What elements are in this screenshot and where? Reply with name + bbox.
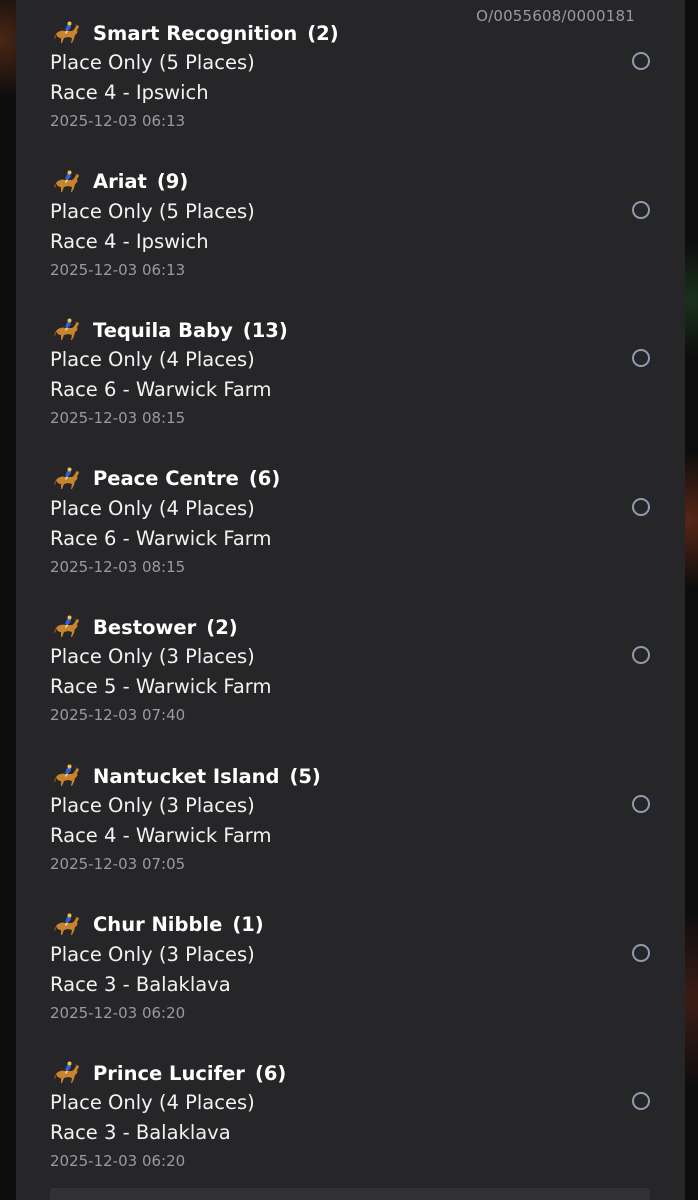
horse-racing-icon: [53, 615, 81, 639]
race-time: 2025-12-03 07:05: [50, 855, 186, 873]
bet-type: Place Only (3 Places): [50, 645, 255, 669]
race-info: Race 3 - Balaklava: [50, 1121, 231, 1145]
bet-header: Tequila Baby (13): [53, 315, 288, 345]
bet-type: Place Only (3 Places): [50, 794, 255, 817]
runner-number: (5): [289, 764, 321, 788]
bet-header: Prince Lucifer (6): [53, 1058, 286, 1088]
runner-number: (13): [242, 318, 288, 342]
select-radio-button[interactable]: [632, 943, 650, 962]
runner-number: (9): [156, 170, 189, 194]
select-radio-button[interactable]: [632, 497, 650, 516]
runner-number: (6): [248, 467, 281, 491]
bet-type: Place Only (4 Places): [50, 348, 255, 372]
bet-type: Place Only (4 Places): [50, 1091, 255, 1115]
runner-name: Prince Lucifer: [93, 1061, 245, 1085]
race-info: Race 4 - Ipswich: [50, 81, 209, 104]
horse-racing-icon: [53, 467, 81, 491]
race-time: 2025-12-03 08:15: [50, 409, 186, 428]
race-time: 2025-12-03 06:13: [50, 260, 186, 279]
bet-list-item[interactable]: Nantucket Island (5) Place Only (3 Place…: [50, 761, 650, 901]
bet-header: Nantucket Island (5): [53, 761, 321, 791]
horse-racing-icon: [53, 21, 81, 45]
bet-list-item[interactable]: Chur Nibble (1) Place Only (3 Places) Ra…: [50, 910, 650, 1050]
bet-header: Peace Centre (6): [53, 464, 280, 494]
bottom-panel-edge: [50, 1188, 650, 1200]
race-info: Race 4 - Warwick Farm: [50, 824, 272, 847]
race-info: Race 5 - Warwick Farm: [50, 675, 272, 699]
select-radio-button[interactable]: [632, 1092, 650, 1111]
bet-list-sheet: O/0055608/0000181 Smart Recognition (2) …: [16, 0, 685, 1200]
horse-racing-icon: [53, 764, 81, 788]
race-time: 2025-12-03 08:15: [50, 557, 186, 576]
horse-racing-icon: [53, 170, 81, 194]
runner-number: (2): [307, 21, 339, 45]
bet-type: Place Only (5 Places): [50, 199, 255, 223]
select-radio-button[interactable]: [632, 795, 650, 813]
race-time: 2025-12-03 06:20: [50, 1152, 186, 1171]
select-radio-button[interactable]: [632, 52, 650, 70]
bet-header: Smart Recognition (2): [53, 18, 339, 48]
runner-number: (1): [232, 913, 264, 937]
bet-header: Bestower (2): [53, 612, 238, 642]
runner-name: Smart Recognition: [93, 21, 298, 45]
bet-header: Ariat (9): [53, 167, 188, 197]
runner-name: Nantucket Island: [93, 764, 280, 788]
bet-type: Place Only (4 Places): [50, 496, 255, 520]
race-time: 2025-12-03 06:20: [50, 1003, 186, 1022]
runner-name: Tequila Baby: [93, 318, 233, 342]
select-radio-button[interactable]: [632, 646, 650, 665]
bet-list-item[interactable]: Peace Centre (6) Place Only (4 Places) R…: [50, 464, 650, 604]
runner-name: Peace Centre: [93, 467, 239, 491]
race-info: Race 4 - Ipswich: [50, 229, 209, 253]
bet-list-item[interactable]: Prince Lucifer (6) Place Only (4 Places)…: [50, 1058, 650, 1198]
runner-number: (6): [254, 1061, 287, 1085]
runner-name: Chur Nibble: [93, 913, 223, 937]
horse-racing-icon: [53, 913, 81, 937]
race-time: 2025-12-03 07:40: [50, 706, 186, 725]
bet-list-item[interactable]: Bestower (2) Place Only (3 Places) Race …: [50, 612, 650, 752]
horse-racing-icon: [53, 1061, 81, 1085]
race-info: Race 6 - Warwick Farm: [50, 378, 272, 402]
race-info: Race 6 - Warwick Farm: [50, 526, 272, 550]
race-info: Race 3 - Balaklava: [50, 972, 231, 996]
runner-name: Bestower: [93, 615, 197, 639]
bet-type: Place Only (3 Places): [50, 942, 255, 966]
bet-list-item[interactable]: Tequila Baby (13) Place Only (4 Places) …: [50, 315, 650, 455]
bet-type: Place Only (5 Places): [50, 51, 255, 74]
horse-racing-icon: [53, 318, 81, 342]
bet-list-item[interactable]: Ariat (9) Place Only (5 Places) Race 4 -…: [50, 167, 650, 307]
race-time: 2025-12-03 06:13: [50, 112, 186, 130]
select-radio-button[interactable]: [632, 349, 650, 368]
select-radio-button[interactable]: [632, 200, 650, 219]
bet-header: Chur Nibble (1): [53, 910, 264, 940]
runner-number: (2): [206, 615, 238, 639]
runner-name: Ariat: [93, 170, 147, 194]
bet-list-item[interactable]: Smart Recognition (2) Place Only (5 Plac…: [50, 18, 650, 158]
